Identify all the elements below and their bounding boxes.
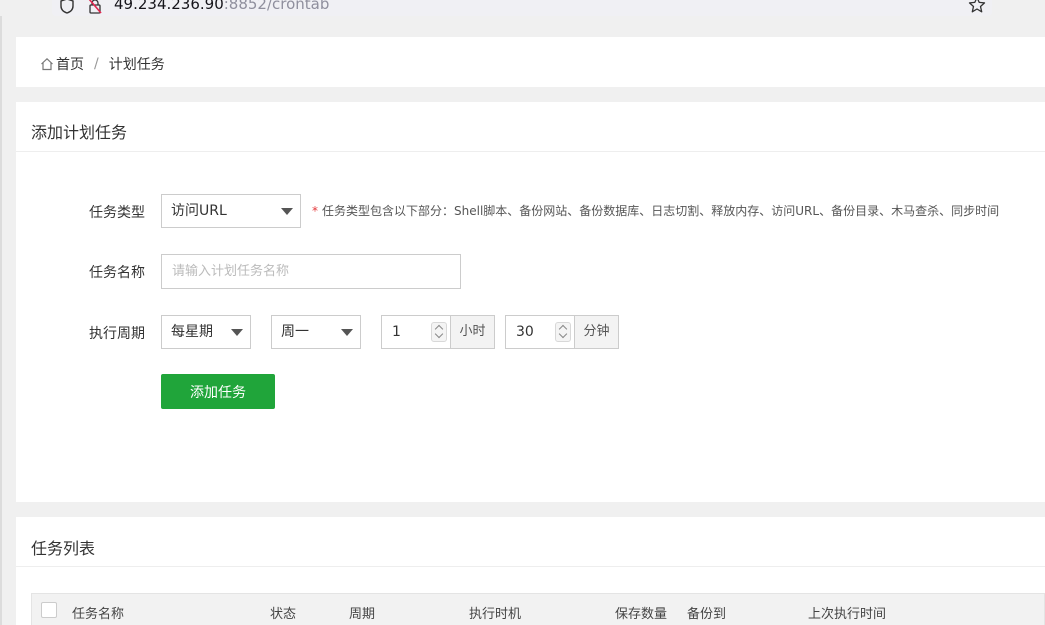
hour-input-group: 1 小时	[381, 315, 495, 349]
weekday-value: 周一	[281, 324, 309, 340]
task-list-title: 任务列表	[31, 539, 96, 558]
select-all-checkbox[interactable]	[41, 602, 57, 618]
browser-url-bar[interactable]: 49.234.236.90:8852/crontab	[52, 0, 992, 16]
add-task-card: 添加计划任务 任务类型 访问URL * 任务类型包含以下部分：Shell脚本、备份…	[16, 102, 1045, 502]
breadcrumb: 首页 / 计划任务	[40, 54, 165, 74]
insecure-lock-icon	[88, 0, 102, 14]
task-type-select[interactable]: 访问URL	[161, 194, 301, 228]
url-path: :8852/crontab	[223, 0, 330, 13]
breadcrumb-card: 首页 / 计划任务	[16, 37, 1045, 87]
shield-icon	[60, 0, 74, 14]
task-name-label: 任务名称	[89, 265, 145, 281]
hour-unit: 小时	[451, 315, 495, 349]
task-name-input[interactable]	[161, 254, 461, 289]
column-backup-to[interactable]: 备份到	[687, 603, 726, 622]
add-task-button[interactable]: 添加任务	[161, 374, 275, 409]
breadcrumb-home[interactable]: 首页	[56, 54, 84, 74]
stepper-down-icon[interactable]	[558, 329, 568, 339]
minute-stepper[interactable]	[555, 322, 571, 342]
task-type-hint-text: 任务类型包含以下部分：Shell脚本、备份网站、备份数据库、日志切割、释放内存、…	[322, 204, 1000, 218]
column-last-run[interactable]: 上次执行时间	[808, 603, 886, 622]
hour-input[interactable]: 1	[381, 315, 451, 349]
stepper-down-icon[interactable]	[434, 329, 444, 339]
breadcrumb-separator: /	[94, 56, 99, 72]
hour-value: 1	[392, 324, 401, 340]
task-type-label: 任务类型	[89, 205, 145, 221]
column-save-count[interactable]: 保存数量	[615, 603, 667, 622]
minute-input[interactable]: 30	[505, 315, 575, 349]
minute-input-group: 30 分钟	[505, 315, 619, 349]
chevron-down-icon	[341, 329, 353, 336]
task-list-card: 任务列表 任务名称 状态 周期 执行时机 保存数量 备份到 上次执行时间	[16, 517, 1045, 625]
minute-value: 30	[516, 324, 534, 340]
task-type-value: 访问URL	[171, 203, 227, 219]
breadcrumb-current: 计划任务	[108, 57, 165, 73]
weekday-select[interactable]: 周一	[271, 315, 361, 349]
hour-stepper[interactable]	[431, 322, 447, 342]
cycle-label: 执行周期	[89, 326, 145, 342]
chevron-down-icon	[281, 208, 293, 215]
period-select[interactable]: 每星期	[161, 315, 251, 349]
chevron-down-icon	[231, 329, 243, 336]
column-cycle[interactable]: 周期	[349, 603, 375, 622]
divider	[16, 566, 1045, 567]
bookmark-star-icon[interactable]	[968, 0, 986, 14]
divider	[16, 151, 1045, 152]
url-text[interactable]: 49.234.236.90:8852/crontab	[114, 0, 329, 12]
home-icon	[41, 57, 53, 71]
period-value: 每星期	[171, 324, 213, 340]
column-task-name[interactable]: 任务名称	[72, 603, 124, 622]
column-status[interactable]: 状态	[270, 603, 296, 622]
add-task-title: 添加计划任务	[31, 123, 128, 142]
required-mark: *	[312, 204, 318, 218]
minute-unit: 分钟	[575, 315, 619, 349]
table-header: 任务名称 状态 周期 执行时机 保存数量 备份到 上次执行时间	[31, 593, 1045, 625]
sidebar-edge	[0, 16, 2, 625]
column-exec-timing[interactable]: 执行时机	[469, 603, 521, 622]
url-host: 49.234.236.90	[114, 0, 224, 13]
task-type-hint: * 任务类型包含以下部分：Shell脚本、备份网站、备份数据库、日志切割、释放内存…	[312, 202, 999, 219]
